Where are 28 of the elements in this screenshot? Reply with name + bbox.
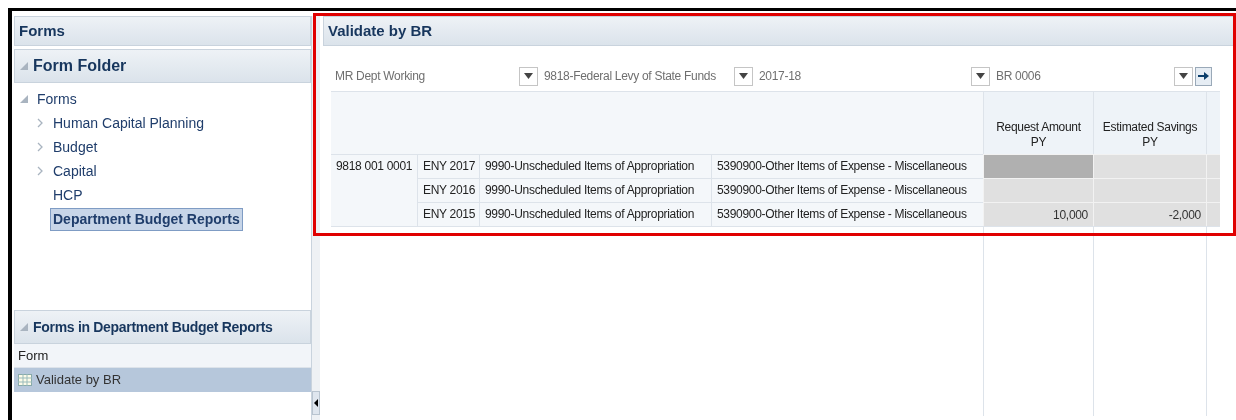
data-cell[interactable]: 10,000 (983, 202, 1093, 226)
panel-title: Forms (19, 20, 65, 41)
section-title: Form Folder (33, 56, 127, 76)
tree-item[interactable]: HCP (50, 183, 86, 207)
section-header[interactable]: Forms in Department Budget Reports (14, 310, 311, 344)
section-title: Forms in Department Budget Reports (33, 317, 273, 337)
tree-item[interactable]: Department Budget Reports (50, 207, 243, 231)
row-header: 9990-Unscheduled Items of Appropriation (479, 178, 711, 202)
column-header: Form (14, 344, 311, 368)
tree-item[interactable]: Capital (50, 159, 100, 183)
form-title: Validate by BR (328, 20, 433, 41)
row-header: 5390900-Other Items of Expense - Miscellaneous (711, 178, 983, 202)
section-header[interactable]: Form Folder (14, 49, 311, 83)
row-header: 9818 001 0001 (331, 154, 417, 178)
row-header: 5390900-Other Items of Expense - Miscellaneous (711, 154, 983, 178)
data-cell[interactable]: -2,000 (1093, 202, 1206, 226)
tree-item[interactable]: Forms (34, 87, 80, 111)
tree-item[interactable]: Budget (50, 135, 101, 159)
row-header: ENY 2016 (417, 178, 479, 202)
column-header: Estimated Savings PY (1093, 91, 1206, 154)
row-header: 9990-Unscheduled Items of Appropriation (479, 154, 711, 178)
tree-item[interactable]: Human Capital Planning (50, 111, 207, 135)
list-item[interactable]: Validate by BR (14, 368, 311, 392)
row-header: ENY 2015 (417, 202, 479, 226)
row-header: ENY 2017 (417, 154, 479, 178)
row-header: 5390900-Other Items of Expense - Miscellaneous (711, 202, 983, 226)
row-header: 9990-Unscheduled Items of Appropriation (479, 202, 711, 226)
column-header: Request Amount PY (983, 91, 1093, 154)
